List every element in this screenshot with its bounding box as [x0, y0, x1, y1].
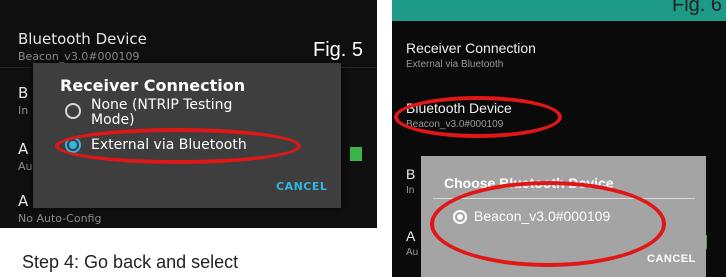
option-none-label[interactable]: None (NTRIP Testing Mode) [91, 98, 232, 128]
choose-bluetooth-device-dialog: Choose Bluetooth Device Beacon_v3.0#0001… [421, 156, 706, 277]
figure-label: Fig. 6 [672, 0, 723, 16]
option-label-line2: Mode) [91, 112, 135, 128]
fig5-screenshot: Bluetooth Device Beacon_v3.0#000109 B In… [0, 0, 377, 228]
dialog-title: Choose Bluetooth Device [444, 175, 614, 191]
setting-subtitle: No Auto-Config [18, 212, 102, 225]
setting-subtitle: External via Bluetooth [406, 59, 504, 70]
radio-beacon-device[interactable] [453, 210, 467, 224]
option-external-bluetooth-label[interactable]: External via Bluetooth [91, 138, 247, 153]
dialog-title: Receiver Connection [60, 76, 246, 95]
cancel-button[interactable]: CANCEL [647, 253, 696, 265]
fig6-screenshot: Fig. 6 Receiver Connection External via … [392, 0, 726, 277]
figure-label: Fig. 5 [313, 39, 364, 61]
receiver-connection-dialog: Receiver Connection None (NTRIP Testing … [33, 63, 341, 208]
divider [433, 198, 695, 199]
cancel-button[interactable]: CANCEL [276, 180, 327, 193]
setting-subtitle: Beacon_v3.0#000109 [406, 119, 504, 130]
setting-title: Receiver Connection [406, 40, 536, 56]
receiver-connection-setting[interactable]: Receiver Connection External via Bluetoo… [392, 40, 726, 70]
setting-title: Bluetooth Device [406, 100, 512, 116]
radio-external-bluetooth[interactable] [65, 137, 81, 153]
bluetooth-device-setting[interactable]: Bluetooth Device Beacon_v3.0#000109 [392, 100, 726, 130]
device-option-label[interactable]: Beacon_v3.0#000109 [474, 208, 610, 224]
step-caption: Step 4: Go back and select [22, 252, 239, 272]
option-label-line1: None (NTRIP Testing [91, 97, 233, 113]
radio-none-ntrip[interactable] [65, 103, 81, 119]
toggle-switch[interactable] [350, 147, 362, 161]
